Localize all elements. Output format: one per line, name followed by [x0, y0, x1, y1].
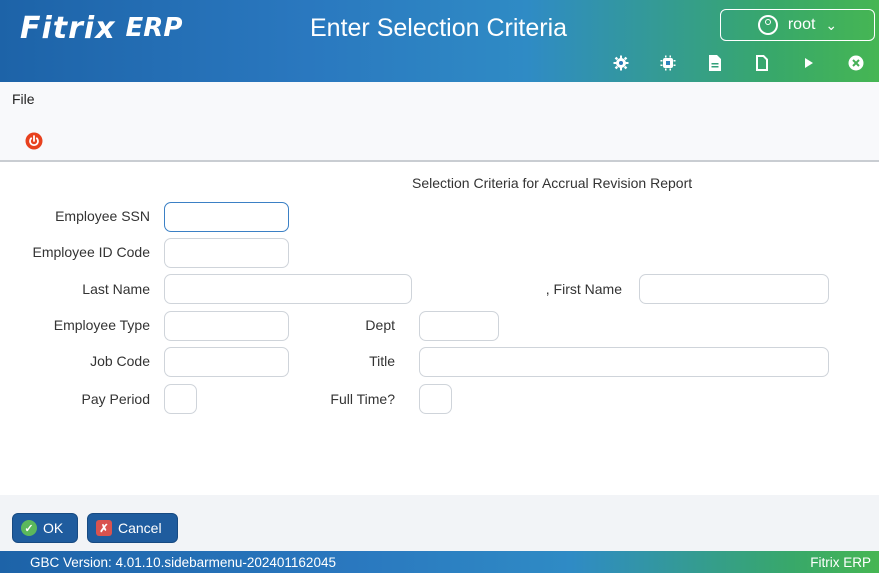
gbc-version: GBC Version: 4.01.10.sidebarmenu-2024011…: [30, 554, 336, 570]
gear-icon[interactable]: [605, 52, 637, 74]
check-icon: ✓: [21, 520, 37, 536]
logo-suffix: ERP: [125, 13, 183, 43]
job-code-label: Job Code: [90, 353, 150, 369]
chip-icon[interactable]: [652, 52, 684, 74]
employee-type-label: Employee Type: [53, 317, 150, 333]
menu-bar: File: [0, 82, 879, 162]
job-code-field[interactable]: [164, 347, 289, 377]
document-filled-icon[interactable]: [699, 52, 731, 74]
cancel-x-icon: ✗: [96, 520, 112, 536]
full-time-field[interactable]: [419, 384, 452, 414]
chevron-down-icon: ⌄: [825, 16, 838, 33]
employee-id-code-label: Employee ID Code: [32, 244, 150, 260]
form-heading: Selection Criteria for Accrual Revision …: [412, 175, 693, 191]
header-toolbar: [605, 52, 872, 74]
employee-ssn-field[interactable]: [164, 202, 289, 232]
file-menu[interactable]: File: [12, 91, 35, 107]
power-icon[interactable]: [25, 132, 43, 150]
first-name-label: , First Name: [545, 281, 622, 297]
employee-id-code-field[interactable]: [164, 238, 289, 268]
user-name: root: [787, 16, 816, 33]
product-name: Fitrix ERP: [810, 554, 871, 570]
pay-period-field[interactable]: [164, 384, 197, 414]
dept-field[interactable]: [419, 311, 499, 341]
document-icon[interactable]: [746, 52, 778, 74]
title-field[interactable]: [419, 347, 829, 377]
cancel-button[interactable]: ✗ Cancel: [87, 513, 178, 543]
status-bar: GBC Version: 4.01.10.sidebarmenu-2024011…: [0, 551, 879, 573]
fitrix-logo: Fitrix ERP: [20, 10, 182, 46]
pay-period-label: Pay Period: [81, 391, 150, 407]
title-label: Title: [369, 353, 395, 369]
full-time-label: Full Time?: [330, 391, 395, 407]
user-avatar-icon: [757, 15, 778, 35]
first-name-field[interactable]: [639, 274, 829, 304]
ok-label: OK: [43, 520, 64, 536]
app-header: Fitrix ERP Enter Selection Criteria root…: [0, 0, 879, 82]
last-name-field[interactable]: [164, 274, 412, 304]
page-title: Enter Selection Criteria: [310, 14, 568, 42]
dept-label: Dept: [365, 317, 395, 333]
employee-ssn-label: Employee SSN: [55, 208, 150, 224]
last-name-label: Last Name: [82, 281, 150, 297]
user-menu-button[interactable]: root ⌄: [720, 9, 875, 41]
cancel-label: Cancel: [118, 520, 162, 536]
logo-brand: Fitrix: [20, 10, 116, 46]
ok-button[interactable]: ✓ OK: [12, 513, 78, 543]
play-icon[interactable]: [793, 52, 825, 74]
close-circle-icon[interactable]: [840, 52, 872, 74]
employee-type-field[interactable]: [164, 311, 289, 341]
